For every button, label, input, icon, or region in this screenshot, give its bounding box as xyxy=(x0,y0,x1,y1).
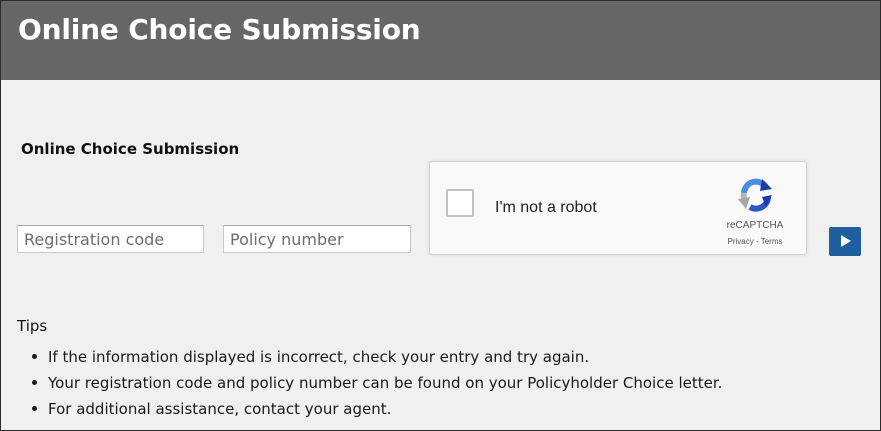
play-arrow-icon xyxy=(841,235,851,247)
tip-item: If the information displayed is incorrec… xyxy=(17,346,722,372)
recaptcha-checkbox[interactable] xyxy=(446,189,474,217)
recaptcha-logo-icon xyxy=(738,178,772,212)
form-title: Online Choice Submission xyxy=(21,140,240,158)
tip-item: For additional assistance, contact your … xyxy=(17,398,722,424)
tips-list: If the information displayed is incorrec… xyxy=(17,346,722,424)
page-header: Online Choice Submission xyxy=(1,1,880,80)
submit-button[interactable] xyxy=(829,227,861,256)
recaptcha-terms-link[interactable]: Terms xyxy=(761,237,783,246)
policy-number-input[interactable] xyxy=(223,225,411,253)
recaptcha-privacy-link[interactable]: Privacy xyxy=(728,237,754,246)
page-frame: Online Choice Submission Online Choice S… xyxy=(0,0,881,431)
tip-text: If the information displayed is incorrec… xyxy=(48,348,590,366)
bullet-icon xyxy=(32,354,37,359)
bullet-icon xyxy=(32,406,37,411)
recaptcha-links: Privacy - Terms xyxy=(710,237,800,246)
tip-text: For additional assistance, contact your … xyxy=(48,400,392,418)
tip-item: Your registration code and policy number… xyxy=(17,372,722,398)
tip-text: Your registration code and policy number… xyxy=(48,374,723,392)
recaptcha-separator: - xyxy=(755,237,759,246)
registration-code-input[interactable] xyxy=(17,225,204,253)
tips-title: Tips xyxy=(17,317,48,335)
recaptcha-label: I'm not a robot xyxy=(495,199,597,216)
recaptcha-widget: I'm not a robot reCAPTCHA Privacy - Term… xyxy=(429,161,807,255)
page-title: Online Choice Submission xyxy=(18,13,421,46)
bullet-icon xyxy=(32,380,37,385)
recaptcha-brand: reCAPTCHA xyxy=(726,220,784,231)
